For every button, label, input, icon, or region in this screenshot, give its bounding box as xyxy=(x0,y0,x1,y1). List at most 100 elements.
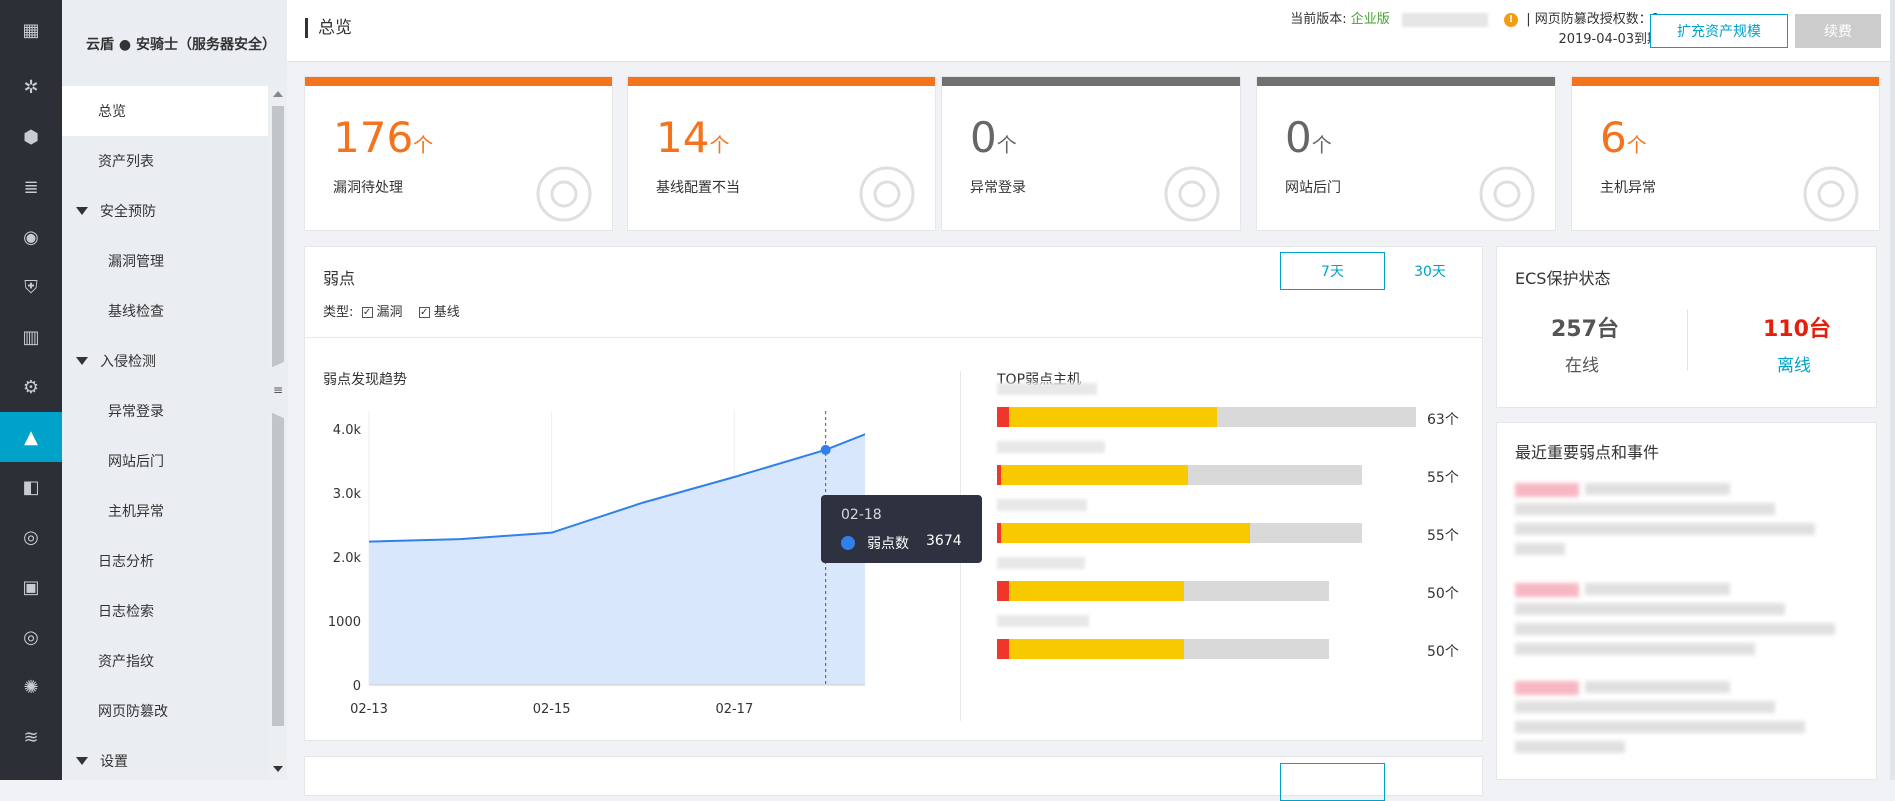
y-tick-label: 0 xyxy=(353,679,361,694)
sidebar-item-2[interactable]: 安全预防 xyxy=(62,186,268,236)
sidebar-item-7[interactable]: 网站后门 xyxy=(62,436,268,486)
events-trend-panel xyxy=(304,756,1483,801)
sidebar-item-label: 日志分析 xyxy=(98,554,154,570)
globe-icon[interactable]: ◎ xyxy=(0,512,62,562)
sidebar-item-9[interactable]: 日志分析 xyxy=(62,536,268,586)
vuln-filter-label: 漏洞 xyxy=(376,305,403,320)
events-title: 最近重要弱点和事件 xyxy=(1515,443,1660,462)
stat-label: 主机异常 xyxy=(1600,180,1656,196)
tab-7-days-2[interactable] xyxy=(1280,763,1385,801)
host-total: 55个 xyxy=(1427,470,1459,486)
sidebar-item-12[interactable]: 网页防篡改 xyxy=(62,686,268,736)
stat-value: 14个 xyxy=(656,115,729,168)
y-tick-label: 1000 xyxy=(328,615,361,630)
sidebar-item-label: 网站后门 xyxy=(108,454,164,470)
expand-assets-button[interactable]: 扩充资产规模 xyxy=(1650,14,1788,48)
event-text-redacted[interactable] xyxy=(1515,523,1815,535)
bar-segment-warning xyxy=(1009,407,1217,427)
sidebar-item-3[interactable]: 漏洞管理 xyxy=(62,236,268,286)
tab-7-days[interactable]: 7天 xyxy=(1280,252,1385,290)
sidebar-collapse-handle[interactable]: ≡ xyxy=(268,360,288,420)
event-text-redacted[interactable] xyxy=(1515,701,1775,713)
sidebar-item-label: 主机异常 xyxy=(108,504,164,520)
stat-unit: 个 xyxy=(1311,133,1332,157)
stat-card-4[interactable]: 6个主机异常 xyxy=(1571,76,1880,231)
page-title: 总览 xyxy=(305,18,352,38)
anti-icon[interactable]: ▲ xyxy=(0,412,62,462)
scroll-up-icon[interactable] xyxy=(273,91,283,97)
eye-icon[interactable]: ◉ xyxy=(0,212,62,262)
atom-icon[interactable]: ✺ xyxy=(0,662,62,712)
expiry-date: 2019-04-03到期 xyxy=(1558,32,1660,47)
stat-unit: 个 xyxy=(413,133,434,157)
renew-button[interactable]: 续费 xyxy=(1795,14,1881,48)
bar-segment-critical xyxy=(997,639,1010,659)
ecs-status-panel: ECS保护状态 257台 在线 110台 离线 xyxy=(1496,246,1877,408)
stat-value: 6个 xyxy=(1600,115,1647,168)
baseline-filter-label: 基线 xyxy=(433,305,460,320)
host-name-redacted xyxy=(997,499,1087,511)
stat-label: 网站后门 xyxy=(1285,180,1341,196)
bar-chart-icon[interactable]: ▥ xyxy=(0,312,62,362)
caret-down-icon xyxy=(76,207,88,215)
y-tick-label: 3.0k xyxy=(333,487,362,502)
ecs-offline-count: 110台 xyxy=(1763,317,1831,342)
x-tick-label: 02-13 xyxy=(350,702,388,717)
sidebar: 云盾 ● 安骑士（服务器安全） 总览 资产列表 安全预防 漏洞管理 基线检查 入侵检测 异常… xyxy=(62,0,287,780)
sidebar-item-label: 设置 xyxy=(100,754,128,770)
event-text-redacted[interactable] xyxy=(1585,483,1730,495)
page-scrollbar[interactable] xyxy=(1890,0,1895,780)
sidebar-item-13[interactable]: 设置 xyxy=(62,736,268,786)
sidebar-item-4[interactable]: 基线检查 xyxy=(62,286,268,336)
target-icon[interactable]: ◎ xyxy=(0,612,62,662)
sidebar-menu: 总览 资产列表 安全预防 漏洞管理 基线检查入侵检测异常登录网站后门主机异常日志分析日志… xyxy=(62,86,268,786)
event-text-redacted[interactable] xyxy=(1515,623,1835,635)
icon-rail: ▦ ✲ ⬢ ≣ ◉ ⛨ ▥ ⚙ ▲ ◧ ◎ ▣ ◎ ✺ ≋ xyxy=(0,0,62,780)
sidebar-item-5[interactable]: 入侵检测 xyxy=(62,336,268,386)
sidebar-item-11[interactable]: 资产指纹 xyxy=(62,636,268,686)
shield-icon[interactable]: ⛨ xyxy=(0,262,62,312)
event-text-redacted[interactable] xyxy=(1515,603,1785,615)
y-tick-label: 2.0k xyxy=(333,551,362,566)
sidebar-item-8[interactable]: 主机异常 xyxy=(62,486,268,536)
sidebar-item-10[interactable]: 日志检索 xyxy=(62,586,268,636)
sidebar-scrollbar[interactable] xyxy=(268,86,287,780)
event-text-redacted[interactable] xyxy=(1585,583,1730,595)
ecs-offline-link[interactable]: 离线 xyxy=(1777,351,1811,376)
stat-card-3[interactable]: 0个 网站后门 xyxy=(1256,76,1556,231)
scroll-down-icon[interactable] xyxy=(273,766,283,772)
firewall-icon[interactable]: ▣ xyxy=(0,562,62,612)
server-icon[interactable]: ≣ xyxy=(0,162,62,212)
vuln-checkbox[interactable]: ✓ xyxy=(361,307,373,318)
stat-card-2[interactable]: 0个 异常登录 xyxy=(941,76,1241,231)
event-text-redacted[interactable] xyxy=(1515,721,1805,733)
fingerprint-icon[interactable]: ⚙ xyxy=(0,362,62,412)
stat-number: 6 xyxy=(1600,113,1627,162)
warning-icon[interactable]: ! xyxy=(1504,12,1519,27)
event-text-redacted[interactable] xyxy=(1515,741,1625,753)
top-header: 总览 当前版本: 企业版 ! | 网页防篡改授权数：1 2019-04-03到期… xyxy=(287,0,1895,62)
sidebar-item-0[interactable]: 总览 xyxy=(62,86,268,136)
apps-grid-icon[interactable]: ▦ xyxy=(0,5,62,55)
shield-split-icon[interactable]: ◧ xyxy=(0,462,62,512)
host-name-redacted xyxy=(997,615,1089,627)
gear-icon[interactable]: ✲ xyxy=(0,62,62,112)
sidebar-item-label: 入侵检测 xyxy=(100,354,156,370)
event-text-redacted[interactable] xyxy=(1585,681,1730,693)
stat-number: 176 xyxy=(333,113,414,162)
tab-30-days[interactable]: 30天 xyxy=(1395,252,1465,290)
cube-icon[interactable]: ⬢ xyxy=(0,112,62,162)
sidebar-item-6[interactable]: 异常登录 xyxy=(62,386,268,436)
x-tick-label: 02-17 xyxy=(715,702,753,717)
weakness-panel: 弱点 7天 30天 类型: ✓ 漏洞 ✓ 基线 弱点发现趋势 0 1000 2.0k 3.… xyxy=(304,246,1484,741)
y-tick-label: 4.0k xyxy=(333,423,362,438)
event-text-redacted[interactable] xyxy=(1515,503,1775,515)
stat-card-1[interactable]: 14个 基线配置不当 xyxy=(627,76,936,231)
event-text-redacted[interactable] xyxy=(1515,543,1565,555)
signal-icon[interactable]: ≋ xyxy=(0,712,62,762)
baseline-checkbox[interactable]: ✓ xyxy=(418,307,430,318)
sidebar-item-1[interactable]: 资产列表 xyxy=(62,136,268,186)
account-id-redacted xyxy=(1401,12,1488,27)
stat-card-0[interactable]: 176个 漏洞待处理 xyxy=(304,76,613,231)
event-text-redacted[interactable] xyxy=(1515,643,1755,655)
